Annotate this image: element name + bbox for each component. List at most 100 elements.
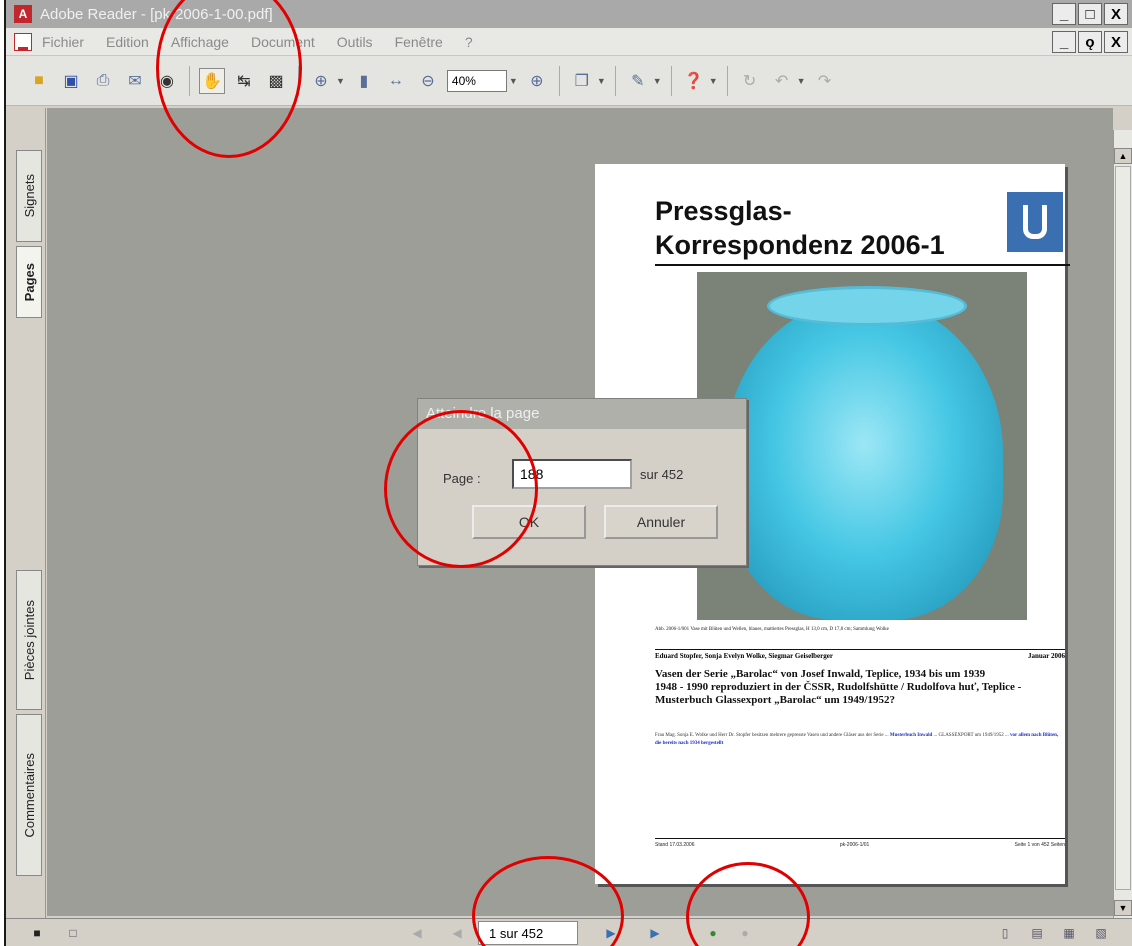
footer-mid: pk-2006-1/01 (839, 842, 870, 848)
menu-document[interactable]: Document (247, 32, 319, 52)
chevron-down-icon[interactable]: ▼ (597, 76, 606, 86)
page-footer: Stand 17.03.2006 pk-2006-1/01 Seite 1 vo… (655, 842, 1065, 848)
navigation-panel: Signets Pages Pièces jointes Commentaire… (6, 108, 46, 918)
page-size-icon[interactable]: □ (64, 925, 82, 941)
print-icon[interactable]: ⎙ (90, 68, 116, 94)
chevron-down-icon[interactable]: ▼ (509, 76, 518, 86)
menu-fichier[interactable]: Fichier (38, 32, 88, 52)
photo-caption: Abb. 2006-1/001 Vase mit Blüten und Well… (655, 627, 889, 632)
snapshot-icon[interactable]: ▩ (263, 68, 289, 94)
pages-icon[interactable]: ❐ (569, 68, 595, 94)
tab-commentaires[interactable]: Commentaires (16, 714, 42, 876)
byline-rule (655, 649, 1065, 650)
single-page-icon[interactable]: ▯ (996, 925, 1014, 941)
fit-width-icon[interactable]: ↔ (383, 68, 409, 94)
chevron-down-icon[interactable]: ▼ (709, 76, 718, 86)
toolbar-separator (189, 65, 190, 96)
body-text-1: Frau Mag. Sonja E. Wolke und Herr Dr. St… (655, 733, 890, 738)
continuous-icon[interactable]: ▤ (1028, 925, 1046, 941)
tab-pages[interactable]: Pages (16, 246, 42, 318)
title-rule (655, 264, 1070, 266)
tab-pages-label: Pages (21, 262, 37, 302)
chevron-down-icon[interactable]: ▼ (797, 76, 806, 86)
body-text-2: ... GLASSEXPORT um 1949/1952 ... (932, 733, 1010, 738)
vase-image (725, 300, 1003, 620)
byline: Eduard Stopfer, Sonja Evelyn Wolke, Sieg… (655, 652, 1065, 660)
goto-page-dialog: Atteindre la page Page : sur 452 OK Annu… (417, 398, 747, 566)
cancel-button[interactable]: Annuler (604, 505, 718, 539)
tab-pieces-jointes[interactable]: Pièces jointes (16, 570, 42, 710)
toolbar-separator (726, 65, 728, 96)
tab-signets[interactable]: Signets (16, 150, 42, 242)
footer-left: Stand 17.03.2006 (655, 842, 695, 848)
menu-help[interactable]: ? (461, 32, 477, 52)
toolbar: ■ ▣ ⎙ ✉ ◉ ✋ ↹ ▩ ⊕ ▼ ▮ ↔ ⊖ ▼ ⊕ ❐ ▼ ✎ ▼ ❓ … (6, 56, 1132, 106)
status-bar: ■ □ ◀ ◀ 1 sur 452 ▶ ▶ ● ● ▯ ▤ ▦ ▧ (6, 918, 1132, 946)
doc-close-button[interactable]: X (1104, 31, 1128, 53)
facing-icon[interactable]: ▦ (1060, 925, 1078, 941)
zoom-in-icon[interactable]: ⊕ (308, 68, 334, 94)
go-back-icon[interactable]: ● (704, 925, 722, 941)
page-total-label: sur 452 (640, 467, 684, 482)
signature-icon[interactable]: ✎ (625, 68, 651, 94)
app-window: A Adobe Reader - [pk-2006-1-00.pdf] _ □ … (4, 0, 1132, 946)
title-bar: A Adobe Reader - [pk-2006-1-00.pdf] _ □ … (6, 0, 1132, 28)
email-icon[interactable]: ✉ (122, 68, 148, 94)
menu-outils[interactable]: Outils (333, 32, 377, 52)
scroll-thumb[interactable] (1115, 166, 1131, 890)
continuous-facing-icon[interactable]: ▧ (1092, 925, 1110, 941)
scroll-up-icon[interactable]: ▲ (1114, 148, 1132, 164)
maximize-button[interactable]: □ (1078, 3, 1102, 25)
page-title: Pressglas- Korrespondenz 2006-1 (655, 196, 945, 260)
toolbar-separator (558, 65, 560, 96)
select-text-icon[interactable]: ↹ (231, 68, 257, 94)
back-icon[interactable]: ↶ (769, 68, 795, 94)
rotate-icon[interactable]: ↻ (737, 68, 763, 94)
chevron-down-icon[interactable]: ▼ (336, 76, 345, 86)
next-page-icon[interactable]: ▶ (602, 925, 620, 941)
chevron-down-icon[interactable]: ▼ (653, 76, 662, 86)
doc-minimize-button[interactable]: _ (1052, 31, 1076, 53)
page-indicator[interactable]: 1 sur 452 (478, 921, 578, 945)
toolbar-separator (670, 65, 672, 96)
go-forward-icon[interactable]: ● (736, 925, 754, 941)
panel-icon[interactable]: ■ (28, 925, 46, 941)
zoom-plus-icon[interactable]: ⊕ (524, 68, 550, 94)
zoom-out-icon[interactable]: ⊖ (415, 68, 441, 94)
footer-rule (655, 838, 1065, 839)
tab-signets-label: Signets (21, 174, 37, 218)
pressglas-logo (1007, 192, 1063, 252)
vase-rim (767, 286, 967, 326)
close-button[interactable]: X (1104, 3, 1128, 25)
search-icon[interactable]: ◉ (154, 68, 180, 94)
byline-authors: Eduard Stopfer, Sonja Evelyn Wolke, Sieg… (655, 652, 833, 660)
ok-button[interactable]: OK (472, 505, 586, 539)
help-icon[interactable]: ❓ (681, 68, 707, 94)
open-icon[interactable]: ■ (26, 68, 52, 94)
zoom-input[interactable] (446, 69, 507, 92)
byline-date: Januar 2006 (1027, 652, 1065, 660)
tab-comments-label: Commentaires (21, 752, 37, 838)
forward-icon[interactable]: ↷ (812, 68, 838, 94)
footer-right: Seite 1 von 452 Seiten (1014, 842, 1065, 848)
document-icon[interactable] (14, 32, 32, 51)
scroll-down-icon[interactable]: ▼ (1114, 900, 1132, 916)
tab-pieces-label: Pièces jointes (21, 599, 37, 681)
menu-edition[interactable]: Edition (102, 32, 153, 52)
actual-size-icon[interactable]: ▮ (351, 68, 377, 94)
save-icon[interactable]: ▣ (58, 68, 84, 94)
first-page-icon[interactable]: ◀ (408, 925, 426, 941)
last-page-icon[interactable]: ▶ (646, 925, 664, 941)
minimize-button[interactable]: _ (1052, 3, 1076, 25)
body-link-1[interactable]: Musterbuch Inwald (890, 733, 932, 738)
adobe-reader-icon: A (14, 5, 32, 23)
page-number-input[interactable] (512, 459, 632, 489)
toolbar-separator (298, 65, 299, 96)
window-title: Adobe Reader - [pk-2006-1-00.pdf] (40, 5, 273, 23)
vertical-scrollbar[interactable]: ▲ ▼ (1113, 130, 1132, 918)
hand-icon[interactable]: ✋ (199, 67, 225, 94)
doc-restore-button[interactable]: ǫ (1078, 31, 1102, 53)
prev-page-icon[interactable]: ◀ (448, 925, 466, 941)
menu-affichage[interactable]: Affichage (167, 32, 233, 52)
menu-fenetre[interactable]: Fenêtre (391, 32, 447, 52)
